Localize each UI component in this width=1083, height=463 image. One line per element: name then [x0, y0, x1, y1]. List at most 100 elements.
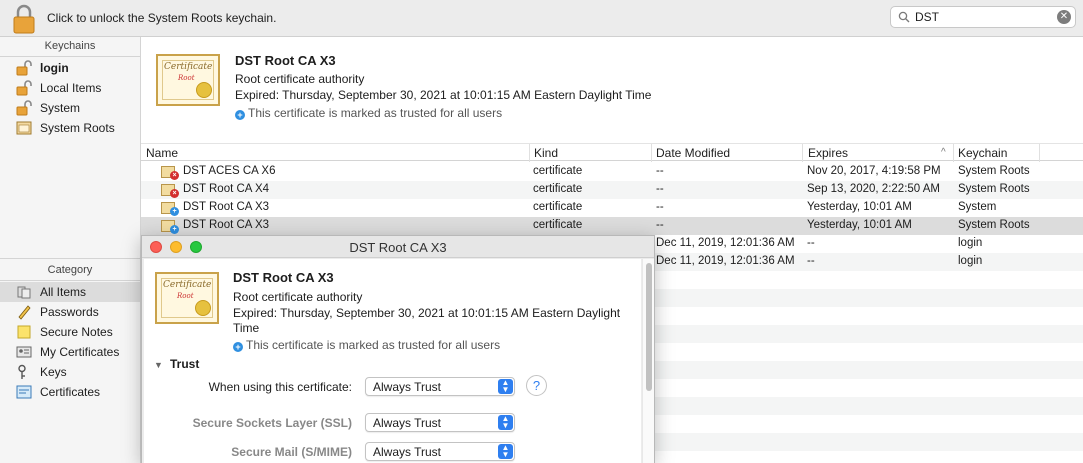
- sidebar-item-label: Secure Notes: [40, 325, 113, 339]
- row-expires: --: [807, 237, 815, 249]
- sidebar-item-label: Keys: [40, 365, 67, 379]
- row-keychain: login: [958, 237, 983, 249]
- table-row[interactable]: × DST Root CA X4 certificate -- Sep 13, …: [141, 181, 1083, 199]
- plus-icon: +: [233, 342, 243, 352]
- select-value: Always Trust: [373, 416, 442, 430]
- select-value: Always Trust: [373, 380, 442, 394]
- row-keychain: System Roots: [958, 165, 1030, 177]
- row-keychain: System Roots: [958, 219, 1030, 231]
- row-modified: --: [656, 219, 664, 231]
- sidebar-item-login[interactable]: login: [0, 58, 140, 78]
- table-row-selected[interactable]: + DST Root CA X3 certificate -- Yesterda…: [141, 217, 1083, 235]
- row-name: DST ACES CA X6: [183, 165, 276, 177]
- unlocked-lock-icon: [16, 80, 32, 96]
- divider: [0, 280, 140, 281]
- certificate-icon-subtext: Root: [178, 74, 195, 82]
- cert-subtitle: Root certificate authority: [235, 72, 365, 86]
- cabinet-icon: [16, 121, 32, 135]
- search-field[interactable]: DST ✕: [890, 6, 1076, 28]
- sidebar-item-passwords[interactable]: Passwords: [0, 302, 140, 322]
- certificate-icon: Certificate Root: [155, 272, 219, 324]
- empty-row: [655, 325, 1083, 343]
- cert-expired-line1: Expired: Thursday, September 30, 2021 at…: [233, 306, 621, 320]
- divider: [0, 258, 140, 259]
- row-name: DST Root CA X3: [183, 219, 270, 231]
- sidebar-item-label: My Certificates: [40, 345, 120, 359]
- trust-section-header[interactable]: Trust: [170, 357, 199, 371]
- window-content: Certificate Root DST Root CA X3 Root cer…: [144, 259, 641, 463]
- smime-label: Secure Mail (S/MIME): [231, 445, 352, 459]
- certificate-icon-subtext: Root: [177, 292, 194, 300]
- sidebar-item-system[interactable]: System: [0, 98, 140, 118]
- empty-row: [655, 397, 1083, 415]
- row-keychain: System: [958, 201, 997, 213]
- scrollbar[interactable]: [642, 259, 654, 463]
- lock-icon[interactable]: [12, 4, 36, 34]
- disclosure-triangle-icon[interactable]: ▼: [154, 360, 163, 370]
- divider: [0, 56, 140, 57]
- sidebar-item-local-items[interactable]: Local Items: [0, 78, 140, 98]
- search-input[interactable]: DST: [915, 10, 939, 24]
- row-modified: --: [656, 201, 664, 213]
- sidebar-item-system-roots[interactable]: System Roots: [0, 118, 140, 138]
- column-date-modified[interactable]: Date Modified: [656, 146, 730, 160]
- row-modified: --: [656, 183, 664, 195]
- row-kind: certificate: [533, 183, 583, 195]
- table-row[interactable]: × DST ACES CA X6 certificate -- Nov 20, …: [141, 163, 1083, 181]
- table-header: Name Kind Date Modified Expires ^ Keycha…: [141, 143, 1083, 162]
- smime-select[interactable]: Always Trust ▲ ▼: [365, 442, 515, 461]
- cert-expired-line2: Time: [233, 321, 260, 335]
- invalid-badge-icon: ×: [170, 171, 179, 180]
- row-modified: --: [656, 165, 664, 177]
- certificate-window: DST Root CA X3 Certificate Root DST Root…: [141, 235, 655, 463]
- pencil-icon: [18, 305, 31, 320]
- row-expires: Nov 20, 2017, 4:19:58 PM: [807, 165, 941, 177]
- column-kind[interactable]: Kind: [534, 146, 558, 160]
- cert-title: DST Root CA X3: [233, 270, 334, 285]
- empty-row: [655, 433, 1083, 451]
- ssl-label: Secure Sockets Layer (SSL): [192, 416, 352, 430]
- cert-title: DST Root CA X3: [235, 53, 336, 68]
- column-expires[interactable]: Expires: [808, 146, 848, 160]
- column-name[interactable]: Name: [146, 146, 178, 160]
- sidebar-item-secure-notes[interactable]: Secure Notes: [0, 322, 140, 342]
- row-expires: --: [807, 255, 815, 267]
- category-header: Category: [47, 264, 93, 276]
- row-keychain: System Roots: [958, 183, 1030, 195]
- sidebar-item-keys[interactable]: Keys: [0, 362, 140, 382]
- row-modified: Dec 11, 2019, 12:01:36 AM: [656, 237, 795, 249]
- certificate-icon-text: Certificate: [163, 280, 212, 290]
- empty-row: [655, 361, 1083, 379]
- cert-expired: Expired: Thursday, September 30, 2021 at…: [235, 88, 652, 102]
- table-row[interactable]: + DST Root CA X3 certificate -- Yesterda…: [141, 199, 1083, 217]
- trust-note: + This certificate is marked as trusted f…: [235, 106, 502, 120]
- unlocked-lock-icon: [16, 60, 32, 76]
- sidebar: Keychains login Local Items System Syste…: [0, 37, 141, 463]
- trusted-badge-icon: +: [170, 225, 179, 234]
- invalid-badge-icon: ×: [170, 189, 179, 198]
- sidebar-item-label: System Roots: [40, 121, 115, 135]
- clear-search-icon[interactable]: ✕: [1057, 10, 1071, 24]
- row-kind: certificate: [533, 201, 583, 213]
- sidebar-item-certificates[interactable]: Certificates: [0, 382, 140, 402]
- when-using-label: When using this certificate:: [208, 380, 352, 394]
- unlocked-lock-icon: [16, 100, 32, 116]
- row-keychain: login: [958, 255, 983, 267]
- scroll-thumb[interactable]: [646, 263, 652, 391]
- window-title: DST Root CA X3: [349, 240, 447, 255]
- certificate-icon-text: Certificate: [164, 62, 213, 72]
- toolbar: Click to unlock the System Roots keychai…: [0, 0, 1083, 37]
- plus-icon: +: [235, 110, 245, 120]
- key-icon: [18, 364, 26, 379]
- column-keychain[interactable]: Keychain: [958, 146, 1007, 160]
- unlock-message[interactable]: Click to unlock the System Roots keychai…: [47, 11, 276, 25]
- sidebar-item-label: All Items: [40, 285, 87, 299]
- row-expires: Sep 13, 2020, 2:22:50 AM: [807, 183, 940, 195]
- sidebar-item-my-certificates[interactable]: My Certificates: [0, 342, 140, 362]
- help-button[interactable]: ?: [526, 375, 547, 396]
- sidebar-item-all-items[interactable]: All Items: [0, 282, 140, 302]
- when-using-select[interactable]: Always Trust ▲ ▼: [365, 377, 515, 396]
- ssl-select[interactable]: Always Trust ▲ ▼: [365, 413, 515, 432]
- chevron-updown-icon: ▲ ▼: [498, 379, 513, 394]
- window-title-bar[interactable]: DST Root CA X3: [142, 236, 654, 258]
